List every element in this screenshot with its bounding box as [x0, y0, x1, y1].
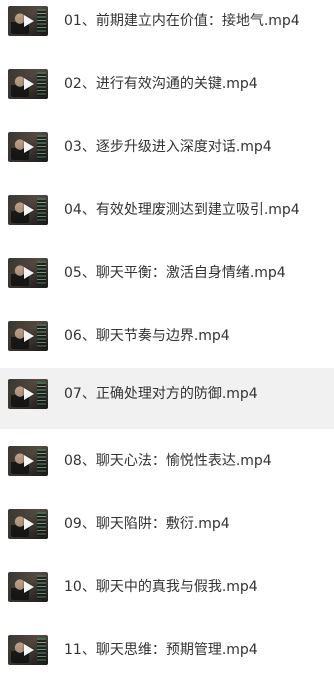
play-icon — [24, 455, 34, 467]
file-name[interactable]: 02、进行有效沟通的关键.mp4 — [64, 58, 258, 110]
file-name[interactable]: 08、聊天心法：愉悦性表达.mp4 — [64, 435, 272, 487]
video-thumbnail[interactable] — [8, 509, 48, 539]
file-row-08[interactable]: 08、聊天心法：愉悦性表达.mp4 — [0, 435, 334, 495]
video-thumbnail[interactable] — [8, 379, 48, 409]
file-row-06[interactable]: 06、聊天节奏与边界.mp4 — [0, 310, 334, 370]
video-thumbnail[interactable] — [8, 321, 48, 351]
file-name[interactable]: 05、聊天平衡：激活自身情绪.mp4 — [64, 247, 286, 299]
file-name[interactable]: 11、聊天思维：预期管理.mp4 — [64, 624, 258, 676]
play-icon — [24, 15, 34, 27]
file-name[interactable]: 07、正确处理对方的防御.mp4 — [64, 368, 258, 420]
play-icon — [24, 267, 34, 279]
video-thumbnail[interactable] — [8, 446, 48, 476]
file-row-10[interactable]: 10、聊天中的真我与假我.mp4 — [0, 561, 334, 621]
file-row-04[interactable]: 04、有效处理废测达到建立吸引.mp4 — [0, 184, 334, 244]
file-name[interactable]: 03、逐步升级进入深度对话.mp4 — [64, 121, 272, 173]
video-thumbnail[interactable] — [8, 132, 48, 162]
play-icon — [24, 581, 34, 593]
file-row-07[interactable]: 07、正确处理对方的防御.mp4 — [0, 368, 334, 429]
file-row-09[interactable]: 09、聊天陷阱：敷衍.mp4 — [0, 498, 334, 558]
play-icon — [24, 204, 34, 216]
file-row-03[interactable]: 03、逐步升级进入深度对话.mp4 — [0, 121, 334, 181]
play-icon — [24, 518, 34, 530]
video-thumbnail[interactable] — [8, 635, 48, 665]
video-thumbnail[interactable] — [8, 69, 48, 99]
file-name[interactable]: 10、聊天中的真我与假我.mp4 — [64, 561, 258, 613]
file-row-02[interactable]: 02、进行有效沟通的关键.mp4 — [0, 58, 334, 118]
play-icon — [24, 388, 34, 400]
video-thumbnail[interactable] — [8, 6, 48, 36]
file-name[interactable]: 06、聊天节奏与边界.mp4 — [64, 310, 230, 362]
video-file-list: 01、前期建立内在价值：接地气.mp4 02、进行有效沟通的关键.mp4 03、… — [0, 0, 334, 681]
file-name[interactable]: 04、有效处理废测达到建立吸引.mp4 — [64, 184, 300, 236]
video-thumbnail[interactable] — [8, 258, 48, 288]
play-icon — [24, 141, 34, 153]
file-row-01[interactable]: 01、前期建立内在价值：接地气.mp4 — [0, 0, 334, 55]
file-row-05[interactable]: 05、聊天平衡：激活自身情绪.mp4 — [0, 247, 334, 307]
play-icon — [24, 78, 34, 90]
play-icon — [24, 330, 34, 342]
video-thumbnail[interactable] — [8, 572, 48, 602]
video-thumbnail[interactable] — [8, 195, 48, 225]
file-row-11[interactable]: 11、聊天思维：预期管理.mp4 — [0, 624, 334, 684]
file-name[interactable]: 09、聊天陷阱：敷衍.mp4 — [64, 498, 230, 550]
play-icon — [24, 644, 34, 656]
file-name[interactable]: 01、前期建立内在价值：接地气.mp4 — [64, 0, 300, 47]
